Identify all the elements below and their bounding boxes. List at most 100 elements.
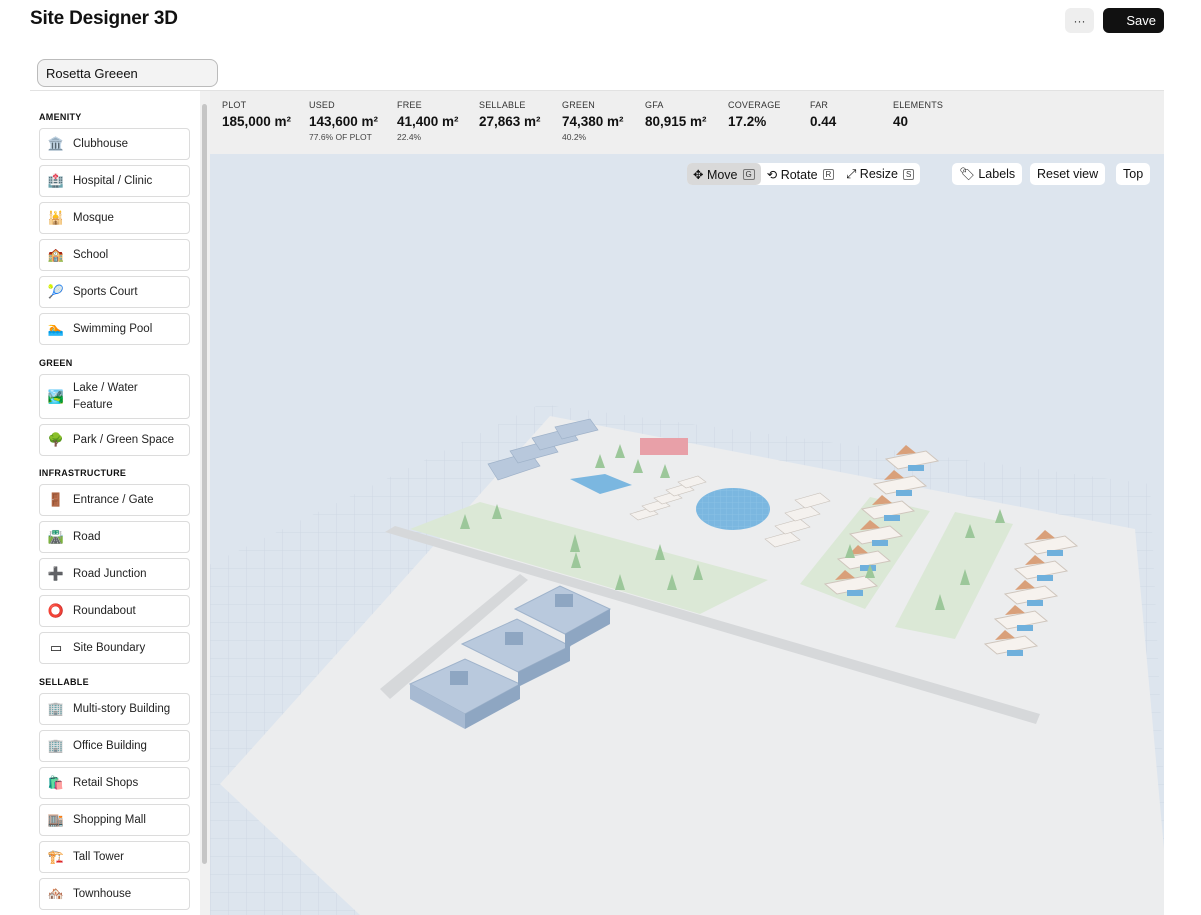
stat-label: USED: [309, 100, 335, 110]
palette-item-label: Tall Tower: [73, 850, 124, 863]
roundabout-icon: ⭕: [47, 603, 65, 618]
palette-item-office-building[interactable]: 🏢 Office Building: [39, 730, 190, 762]
stat-label: PLOT: [222, 100, 247, 110]
stat-plot: PLOT 185,000 m²: [222, 100, 291, 129]
palette-item-label: Roundabout: [73, 604, 136, 617]
project-name-input[interactable]: [37, 59, 218, 87]
palette-item-shopping-mall[interactable]: 🏬 Shopping Mall: [39, 804, 190, 836]
hospital-building: [640, 438, 688, 455]
building-icon: 🏢: [47, 701, 65, 716]
labels-toggle-button[interactable]: 🏷 Labels: [952, 163, 1023, 185]
palette-item-label: Multi-story Building: [73, 702, 171, 715]
stat-value: 17.2%: [728, 114, 767, 129]
palette-item-entrance-gate[interactable]: 🚪 Entrance / Gate: [39, 484, 190, 516]
palette-item-label: Mosque: [73, 211, 114, 224]
resize-tool-button[interactable]: ⤢ Resize S: [840, 163, 920, 185]
stat-label: GFA: [645, 100, 664, 110]
stat-subvalue: 40.2%: [562, 132, 587, 142]
move-tool-label: ✥ Move: [693, 167, 738, 182]
stat-value: 185,000 m²: [222, 114, 292, 129]
junction-icon: ➕: [47, 566, 65, 581]
palette-item-label: Hospital / Clinic: [73, 174, 153, 187]
swimmer-icon: 🏊: [47, 321, 65, 336]
resize-tool-label: ⤢ Resize: [846, 166, 898, 181]
rotate-tool-button[interactable]: ⟲ Rotate R: [761, 163, 841, 185]
palette-item-clubhouse[interactable]: 🏛️ Clubhouse: [39, 128, 190, 160]
stat-free: FREE 41,400 m² 22.4%: [397, 100, 459, 142]
boundary-icon: ▭: [49, 640, 63, 655]
stat-value: 0.44: [810, 114, 837, 129]
palette-item-sports-court[interactable]: 🎾 Sports Court: [39, 276, 190, 308]
reset-view-button[interactable]: Reset view: [1030, 163, 1106, 185]
3d-viewport[interactable]: ✥ Move G ⟲ Rotate R ⤢ Resize S 🏷 Labels …: [210, 154, 1164, 915]
lake-grid: [696, 488, 770, 530]
palette-item-park-green-space[interactable]: 🌳 Park / Green Space: [39, 424, 190, 456]
save-button[interactable]: Save: [1103, 8, 1164, 33]
section-label-green: GREEN: [39, 358, 73, 368]
school-icon: 🏫: [47, 247, 65, 262]
palette-item-retail-shops[interactable]: 🛍️ Retail Shops: [39, 767, 190, 799]
stat-used: USED 143,600 m² 77.6% OF PLOT: [309, 100, 378, 142]
office-icon: 🏢: [47, 738, 65, 753]
move-tool-button[interactable]: ✥ Move G: [687, 163, 761, 185]
more-button[interactable]: ···: [1065, 8, 1094, 33]
shopping-bags-icon: 🛍️: [47, 775, 65, 790]
palette-item-label: Park / Green Space: [73, 433, 174, 446]
rotate-shortcut-key: R: [822, 168, 835, 180]
app-title: Site Designer 3D: [30, 8, 178, 29]
road-icon: 🛣️: [47, 529, 65, 544]
palette-item-label: Road Junction: [73, 567, 147, 580]
stat-far: FAR 0.44: [810, 100, 836, 129]
palette-item-mosque[interactable]: 🕌 Mosque: [39, 202, 190, 234]
stat-sellable: SELLABLE 27,863 m²: [479, 100, 541, 129]
rotate-tool-label: ⟲ Rotate: [766, 167, 818, 182]
stat-value: 27,863 m²: [479, 114, 541, 129]
stat-label: GREEN: [562, 100, 596, 110]
townhouse-icon: 🏘️: [47, 886, 65, 901]
section-label-amenity: AMENITY: [39, 112, 82, 122]
palette-item-label: Swimming Pool: [73, 322, 153, 335]
palette-item-label: Lake / Water Feature: [73, 381, 138, 411]
stat-label: FAR: [810, 100, 829, 110]
stat-label: ELEMENTS: [893, 100, 944, 110]
palette-item-swimming-pool[interactable]: 🏊 Swimming Pool: [39, 313, 190, 345]
stat-subvalue: 77.6% OF PLOT: [309, 132, 372, 142]
palette-item-townhouse[interactable]: 🏘️ Townhouse: [39, 878, 190, 910]
palette-item-label: Sports Court: [73, 285, 138, 298]
mosque-icon: 🕌: [47, 210, 65, 225]
palette-item-hospital-clinic[interactable]: 🏥 Hospital / Clinic: [39, 165, 190, 197]
lake-icon: 🏞️: [47, 388, 65, 404]
stat-value: 80,915 m²: [645, 114, 707, 129]
palette-item-roundabout[interactable]: ⭕ Roundabout: [39, 595, 190, 627]
element-palette: AMENITY 🏛️ Clubhouse 🏥 Hospital / Clinic 🕌 Mos…: [30, 91, 200, 915]
palette-item-tall-tower[interactable]: 🏗️ Tall Tower: [39, 841, 190, 873]
palette-item-label: School: [73, 248, 109, 261]
palette-item-label: Shopping Mall: [73, 813, 146, 826]
top-view-button[interactable]: Top: [1116, 163, 1151, 185]
palette-item-label: Entrance / Gate: [73, 493, 154, 506]
hospital-icon: 🏥: [47, 173, 65, 188]
palette-item-label: Road: [73, 530, 101, 543]
palette-item-site-boundary[interactable]: ▭ Site Boundary: [39, 632, 190, 664]
stat-value: 41,400 m²: [397, 114, 459, 129]
site-scene[interactable]: [210, 154, 1164, 915]
palette-item-road-junction[interactable]: ➕ Road Junction: [39, 558, 190, 590]
stat-elements: ELEMENTS 40: [893, 100, 943, 129]
palette-item-multi-story-building[interactable]: 🏢 Multi-story Building: [39, 693, 190, 725]
stat-value: 74,380 m²: [562, 114, 624, 129]
site-stats-bar: PLOT 185,000 m² USED 143,600 m² 77.6% OF PLO…: [210, 91, 1164, 154]
palette-item-road[interactable]: 🛣️ Road: [39, 521, 190, 553]
palette-item-label: Townhouse: [73, 887, 132, 900]
palette-item-label: Retail Shops: [73, 776, 139, 789]
stat-subvalue: 22.4%: [397, 132, 422, 142]
stat-label: COVERAGE: [728, 100, 781, 110]
tree-icon: 🌳: [47, 432, 65, 447]
section-label-sellable: SELLABLE: [39, 677, 89, 687]
clubhouse-icon: 🏛️: [47, 136, 65, 151]
palette-item-lake-water-feature[interactable]: 🏞️ Lake / Water Feature: [39, 374, 190, 419]
section-label-infrastructure: INFRASTRUCTURE: [39, 468, 127, 478]
stat-green: GREEN 74,380 m² 40.2%: [562, 100, 624, 142]
sidebar-scroll-thumb[interactable]: [202, 104, 207, 864]
palette-item-school[interactable]: 🏫 School: [39, 239, 190, 271]
move-shortcut-key: G: [742, 168, 755, 180]
